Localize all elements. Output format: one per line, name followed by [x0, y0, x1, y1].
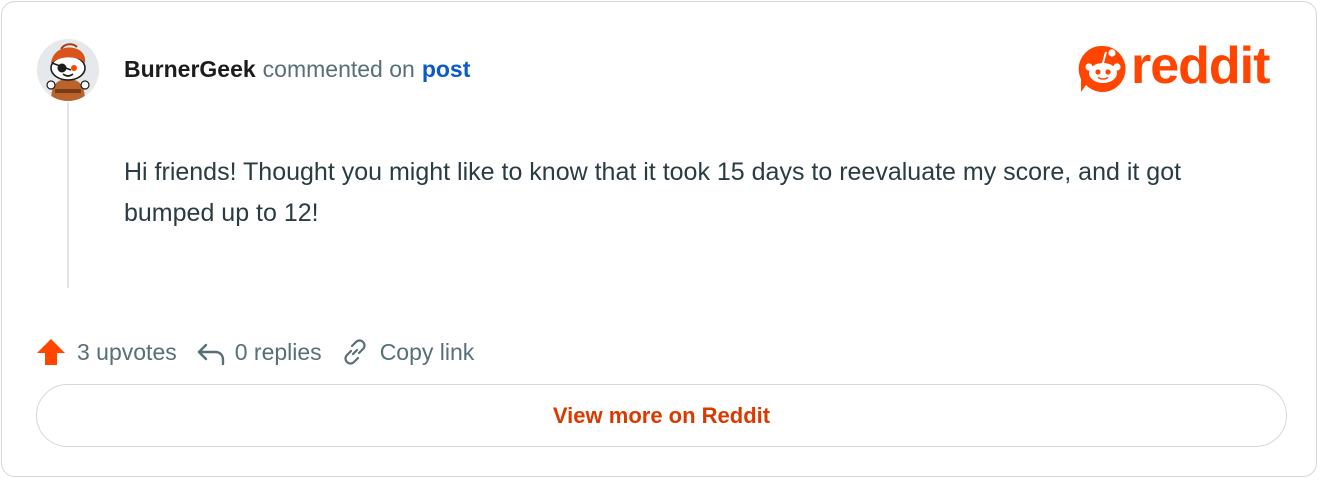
comment-header: BurnerGeek commented on post	[124, 54, 470, 84]
link-icon	[344, 339, 366, 365]
copy-link-label: Copy link	[379, 338, 475, 365]
embedded-comment-card: BurnerGeek commented on post reddit Hi fri…	[1, 1, 1317, 477]
reply-count: 0 replies	[234, 338, 322, 365]
post-link[interactable]: post	[422, 56, 471, 82]
view-more-on-reddit-button[interactable]: View more on Reddit	[36, 384, 1287, 447]
copy-link-button[interactable]: Copy link	[340, 334, 475, 370]
reply-arrow-icon	[197, 343, 224, 366]
upvote-button[interactable]: 3 upvotes	[35, 334, 177, 370]
reddit-wordmark: reddit	[1131, 37, 1270, 95]
comment-actions: 3 upvotes 0 replies Copy link	[35, 334, 474, 370]
reddit-logo[interactable]: reddit	[1078, 38, 1290, 94]
commented-on-text: commented on	[262, 56, 415, 82]
user-avatar[interactable]	[37, 39, 99, 101]
upvote-arrow-icon	[37, 339, 65, 365]
author-name[interactable]: BurnerGeek	[124, 56, 256, 82]
upvote-count: 3 upvotes	[77, 338, 177, 365]
reddit-snoo-icon	[1078, 45, 1126, 92]
thread-line	[67, 102, 69, 288]
avatar-snoo-icon	[37, 39, 99, 101]
replies-button[interactable]: 0 replies	[195, 334, 322, 370]
comment-body: Hi friends! Thought you might like to kn…	[124, 158, 1182, 227]
